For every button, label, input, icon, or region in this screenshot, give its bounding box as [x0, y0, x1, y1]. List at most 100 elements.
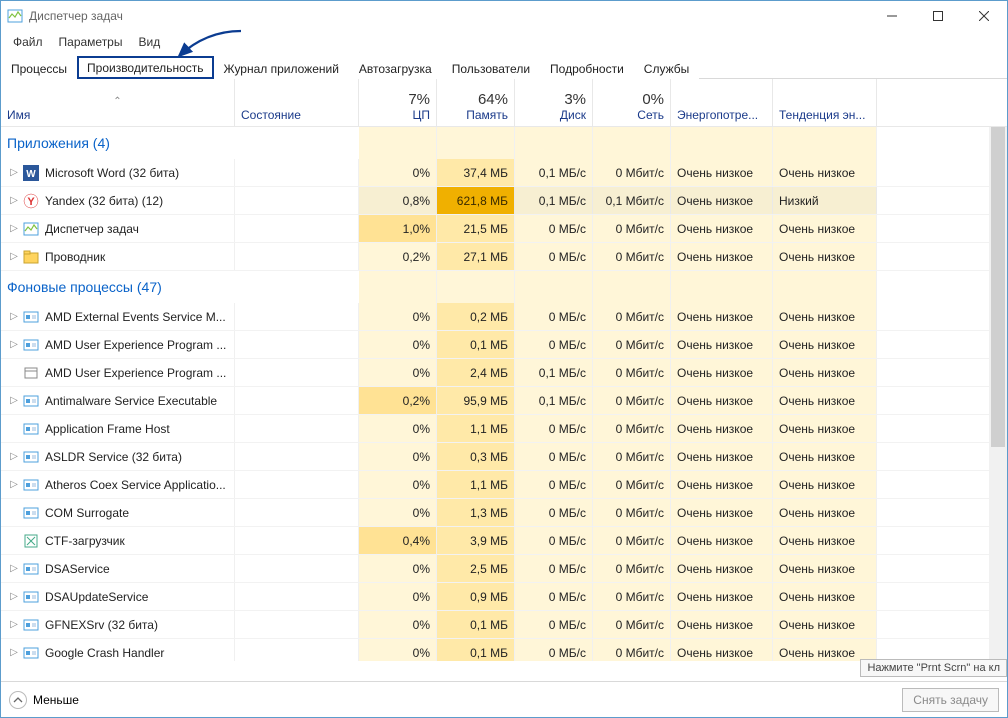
end-task-button[interactable]: Снять задачу — [902, 688, 999, 712]
expand-icon[interactable]: ▷ — [7, 619, 21, 630]
process-name: DSAService — [45, 562, 110, 576]
trend-cell: Очень низкое — [773, 415, 877, 442]
expand-icon[interactable]: ▷ — [7, 479, 21, 490]
memory-cell: 27,1 МБ — [437, 243, 515, 270]
process-icon — [23, 365, 39, 381]
process-row[interactable]: ▷ASLDR Service (32 бита)0%0,3 МБ0 МБ/с0 … — [1, 443, 989, 471]
scrollbar-thumb[interactable] — [991, 127, 1005, 447]
task-manager-icon — [7, 8, 23, 24]
col-header-memory[interactable]: 64%Память — [437, 79, 515, 126]
expand-icon[interactable]: ▷ — [7, 167, 21, 178]
expand-icon[interactable]: ▷ — [7, 311, 21, 322]
power-cell: Очень низкое — [671, 243, 773, 270]
process-icon — [23, 477, 39, 493]
col-header-state[interactable]: Состояние — [235, 79, 359, 126]
screenshot-tooltip: Нажмите "Prnt Scrn" на кл — [860, 659, 1007, 677]
network-cell: 0 Мбит/с — [593, 555, 671, 582]
tab-users[interactable]: Пользователи — [442, 57, 540, 79]
process-row[interactable]: ▷Antimalware Service Executable0,2%95,9 … — [1, 387, 989, 415]
expand-icon[interactable]: ▷ — [7, 647, 21, 658]
tab-services[interactable]: Службы — [634, 57, 699, 79]
disk-cell: 0 МБ/с — [515, 527, 593, 554]
process-row[interactable]: ▷GFNEXSrv (32 бита)0%0,1 МБ0 МБ/с0 Мбит/… — [1, 611, 989, 639]
process-row[interactable]: ▷Atheros Coex Service Applicatio...0%1,1… — [1, 471, 989, 499]
process-name: Yandex (32 бита) (12) — [45, 194, 163, 208]
process-row[interactable]: ▷AMD External Events Service M...0%0,2 М… — [1, 303, 989, 331]
cpu-cell: 0% — [359, 583, 437, 610]
menu-file[interactable]: Файл — [5, 33, 51, 51]
expand-icon[interactable]: ▷ — [7, 395, 21, 406]
footer: Меньше Снять задачу — [1, 681, 1007, 717]
process-name: Atheros Coex Service Applicatio... — [45, 478, 226, 492]
process-icon: W — [23, 165, 39, 181]
fewer-details-link[interactable]: Меньше — [33, 693, 79, 707]
network-cell: 0 Мбит/с — [593, 639, 671, 661]
network-cell: 0 Мбит/с — [593, 471, 671, 498]
trend-cell: Очень низкое — [773, 159, 877, 186]
disk-cell: 0 МБ/с — [515, 415, 593, 442]
power-cell: Очень низкое — [671, 471, 773, 498]
col-header-trend[interactable]: Тенденция эн... — [773, 79, 877, 126]
col-header-disk[interactable]: 3%Диск — [515, 79, 593, 126]
trend-cell: Очень низкое — [773, 443, 877, 470]
group-header[interactable]: Приложения (4) — [1, 127, 989, 159]
power-cell: Очень низкое — [671, 415, 773, 442]
power-cell: Очень низкое — [671, 555, 773, 582]
process-row[interactable]: ▷Проводник0,2%27,1 МБ0 МБ/с0 Мбит/сОчень… — [1, 243, 989, 271]
process-row[interactable]: ▷Диспетчер задач1,0%21,5 МБ0 МБ/с0 Мбит/… — [1, 215, 989, 243]
expand-icon[interactable]: ▷ — [7, 195, 21, 206]
network-cell: 0 Мбит/с — [593, 359, 671, 386]
cpu-cell: 0,4% — [359, 527, 437, 554]
cpu-cell: 0% — [359, 555, 437, 582]
expand-icon[interactable]: ▷ — [7, 591, 21, 602]
power-cell: Очень низкое — [671, 215, 773, 242]
col-header-cpu[interactable]: 7%ЦП — [359, 79, 437, 126]
memory-cell: 21,5 МБ — [437, 215, 515, 242]
col-header-name[interactable]: ⌃ Имя — [1, 79, 235, 126]
cpu-cell: 0% — [359, 611, 437, 638]
col-header-network[interactable]: 0%Сеть — [593, 79, 671, 126]
process-row[interactable]: CTF-загрузчик0,4%3,9 МБ0 МБ/с0 Мбит/сОче… — [1, 527, 989, 555]
process-row[interactable]: COM Surrogate0%1,3 МБ0 МБ/с0 Мбит/сОчень… — [1, 499, 989, 527]
memory-cell: 0,1 МБ — [437, 611, 515, 638]
maximize-button[interactable] — [915, 1, 961, 31]
process-name: Проводник — [45, 250, 105, 264]
expand-icon[interactable]: ▷ — [7, 251, 21, 262]
expand-icon[interactable]: ▷ — [7, 339, 21, 350]
tab-performance[interactable]: Производительность — [77, 56, 213, 79]
process-row[interactable]: ▷DSAService0%2,5 МБ0 МБ/с0 Мбит/сОчень н… — [1, 555, 989, 583]
tab-app-history[interactable]: Журнал приложений — [214, 57, 349, 79]
process-row[interactable]: ▷DSAUpdateService0%0,9 МБ0 МБ/с0 Мбит/сО… — [1, 583, 989, 611]
minimize-button[interactable] — [869, 1, 915, 31]
process-icon — [23, 449, 39, 465]
process-row[interactable]: Application Frame Host0%1,1 МБ0 МБ/с0 Мб… — [1, 415, 989, 443]
disk-cell: 0 МБ/с — [515, 639, 593, 661]
process-row[interactable]: ▷WMicrosoft Word (32 бита)0%37,4 МБ0,1 М… — [1, 159, 989, 187]
tab-details[interactable]: Подробности — [540, 57, 634, 79]
process-name: AMD User Experience Program ... — [45, 338, 226, 352]
group-header[interactable]: Фоновые процессы (47) — [1, 271, 989, 303]
process-name: DSAUpdateService — [45, 590, 148, 604]
group-label: Приложения (4) — [7, 135, 110, 151]
process-icon — [23, 533, 39, 549]
expand-icon[interactable]: ▷ — [7, 563, 21, 574]
vertical-scrollbar[interactable] — [989, 127, 1007, 661]
process-row[interactable]: ▷AMD User Experience Program ...0%0,1 МБ… — [1, 331, 989, 359]
tab-startup[interactable]: Автозагрузка — [349, 57, 442, 79]
memory-cell: 2,5 МБ — [437, 555, 515, 582]
menu-options[interactable]: Параметры — [51, 33, 131, 51]
expand-icon[interactable]: ▷ — [7, 223, 21, 234]
process-row[interactable]: AMD User Experience Program ...0%2,4 МБ0… — [1, 359, 989, 387]
tab-processes[interactable]: Процессы — [1, 57, 77, 79]
process-name: ASLDR Service (32 бита) — [45, 450, 182, 464]
menu-view[interactable]: Вид — [130, 33, 168, 51]
close-button[interactable] — [961, 1, 1007, 31]
process-row[interactable]: ▷YYandex (32 бита) (12)0,8%621,8 МБ0,1 М… — [1, 187, 989, 215]
expand-icon[interactable]: ▷ — [7, 451, 21, 462]
memory-cell: 1,1 МБ — [437, 415, 515, 442]
col-header-power[interactable]: Энергопотре... — [671, 79, 773, 126]
memory-cell: 0,2 МБ — [437, 303, 515, 330]
process-row[interactable]: ▷Google Crash Handler0%0,1 МБ0 МБ/с0 Мби… — [1, 639, 989, 661]
collapse-icon[interactable] — [9, 691, 27, 709]
network-cell: 0 Мбит/с — [593, 611, 671, 638]
